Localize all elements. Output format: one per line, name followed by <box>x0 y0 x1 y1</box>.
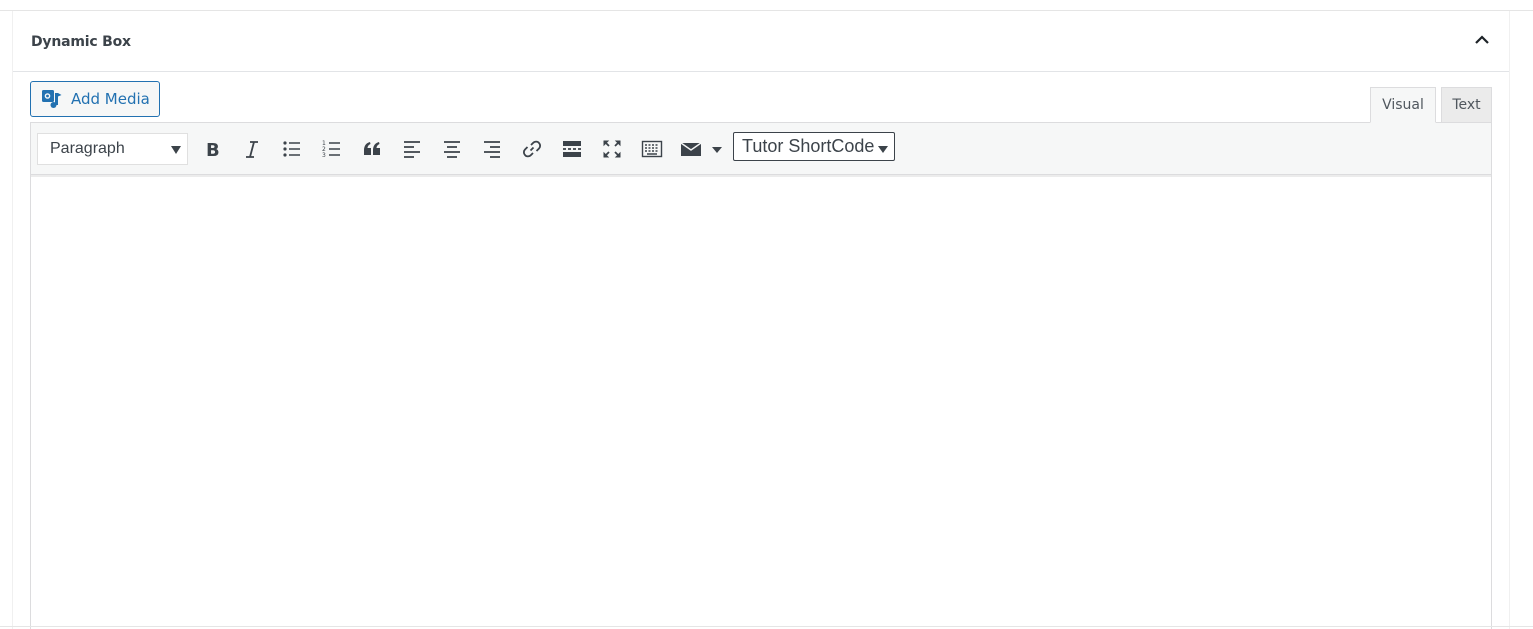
caret-down-icon <box>878 146 888 153</box>
bold-button[interactable]: B <box>197 135 227 163</box>
add-media-label: Add Media <box>71 90 150 108</box>
metabox-header: Dynamic Box <box>13 11 1509 72</box>
align-right-button[interactable] <box>477 135 507 163</box>
tab-text[interactable]: Text <box>1441 87 1492 123</box>
chevron-up-icon[interactable] <box>1471 29 1493 51</box>
add-media-button[interactable]: Add Media <box>30 81 160 117</box>
insert-link-button[interactable] <box>517 135 547 163</box>
bold-icon: B <box>206 140 220 160</box>
caret-down-icon[interactable] <box>712 147 722 153</box>
wysiwyg-editor: Paragraph B 1 2 3 Tutor ShortCode <box>30 122 1492 629</box>
align-right-icon <box>484 141 500 158</box>
read-more-button[interactable] <box>557 135 587 163</box>
page-divider-bottom <box>0 626 1533 627</box>
envelope-icon <box>680 142 702 156</box>
editor-content-area[interactable] <box>31 178 1491 629</box>
editor-toolbar: Paragraph B 1 2 3 Tutor ShortCode <box>31 123 1491 177</box>
quote-icon <box>364 142 380 155</box>
fullscreen-icon <box>603 140 621 158</box>
tab-visual[interactable]: Visual <box>1370 87 1436 123</box>
italic-icon <box>246 141 258 158</box>
media-icon <box>41 89 63 109</box>
blockquote-button[interactable] <box>357 135 387 163</box>
italic-button[interactable] <box>237 135 267 163</box>
toolbar-toggle-button[interactable] <box>637 135 667 163</box>
email-button[interactable] <box>676 135 706 163</box>
bullet-list-button[interactable] <box>277 135 307 163</box>
align-center-icon <box>444 141 460 158</box>
fullscreen-button[interactable] <box>597 135 627 163</box>
link-icon <box>522 140 542 158</box>
format-select[interactable]: Paragraph <box>37 133 188 165</box>
align-left-icon <box>404 141 420 158</box>
metabox-title: Dynamic Box <box>31 34 131 50</box>
numbered-list-icon: 1 2 3 <box>322 140 340 159</box>
tutor-shortcode-select[interactable]: Tutor ShortCode <box>733 132 895 161</box>
caret-down-icon <box>171 146 181 154</box>
svg-text:B: B <box>206 140 220 160</box>
svg-text:3: 3 <box>322 152 326 159</box>
align-left-button[interactable] <box>397 135 427 163</box>
align-center-button[interactable] <box>437 135 467 163</box>
keyboard-icon <box>641 140 663 158</box>
format-select-value: Paragraph <box>50 140 125 157</box>
page-divider <box>0 0 1533 11</box>
numbered-list-button[interactable]: 1 2 3 <box>317 135 347 163</box>
read-more-icon <box>563 141 581 157</box>
bullet-list-icon <box>283 141 300 157</box>
shortcode-select-value: Tutor ShortCode <box>742 136 875 156</box>
